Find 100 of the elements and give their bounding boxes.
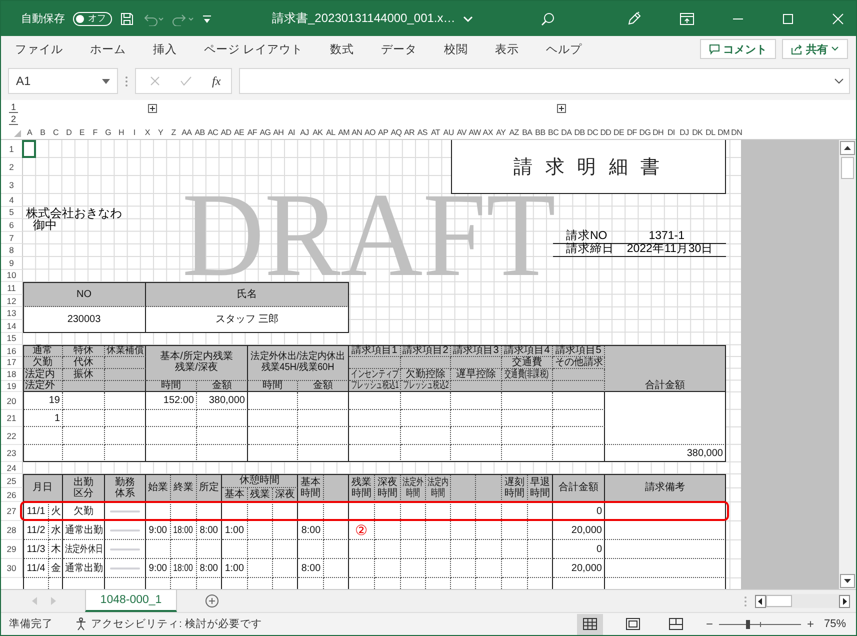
zoom-in-button[interactable]: + [806,617,814,631]
column-header[interactable]: AC [206,127,220,139]
save-icon[interactable] [120,12,134,26]
row-number[interactable]: 5 [1,206,23,220]
scroll-left-icon[interactable] [755,594,766,608]
drag-handle-icon[interactable] [744,596,747,606]
row-number[interactable]: 7 [1,232,23,244]
column-header[interactable]: AT [428,127,442,139]
row-number[interactable]: 26 [1,488,23,502]
ribbon-tab[interactable]: ファイル [15,42,63,56]
column-header[interactable]: AU [442,127,456,139]
ribbon-tab[interactable]: ページ レイアウト [204,42,304,56]
column-header[interactable]: AP [376,127,390,139]
row-number[interactable]: 21 [1,410,23,428]
row-number[interactable]: 23 [1,444,23,462]
column-header[interactable]: AA [180,127,194,139]
outline-level-button[interactable]: 1 [9,102,18,113]
column-header[interactable]: F [88,127,102,139]
column-header[interactable]: AE [232,127,246,139]
column-header[interactable]: G [102,127,115,139]
column-header[interactable]: DA [560,127,573,139]
row-number[interactable]: 6 [1,219,23,232]
comment-button[interactable]: コメント [700,39,776,59]
scrollbar-thumb[interactable] [841,157,854,179]
zoom-level[interactable]: 75% [824,618,846,630]
column-header[interactable]: DM [716,127,730,139]
row-number[interactable]: 10 [1,270,23,282]
column-header[interactable]: AR [402,127,416,139]
share-button[interactable]: 共有 [782,39,848,59]
row-number[interactable]: 9 [1,256,23,270]
column-header[interactable]: DI [664,127,678,139]
row-number[interactable]: 28 [1,521,23,540]
name-box[interactable]: A1 [8,68,118,94]
row-number[interactable]: 27 [1,502,23,522]
column-header[interactable]: AO [363,127,377,139]
column-header[interactable]: Y [154,127,168,139]
add-sheet-icon[interactable] [205,594,219,608]
ribbon-tab[interactable]: 校閲 [444,42,468,56]
column-header[interactable]: AH [272,127,285,139]
pen-icon[interactable] [626,10,642,26]
column-header[interactable]: AK [311,127,324,139]
slider-thumb[interactable] [746,620,750,628]
column-header[interactable]: AI [284,127,298,139]
column-header[interactable]: AJ [298,127,312,139]
column-header[interactable]: DN [730,127,744,139]
sheet-tab[interactable]: 1048-000_1 [85,590,177,612]
row-number[interactable]: 11 [1,282,23,295]
check-icon[interactable] [180,76,192,86]
column-header[interactable]: DC [586,127,600,139]
outline-level-button[interactable]: 2 [9,114,18,125]
ribbon-tab[interactable]: ヘルプ [546,42,582,56]
formula-input[interactable] [238,68,850,94]
row-number[interactable]: 19 [1,380,23,392]
column-header[interactable]: I [128,127,141,139]
column-header[interactable]: AY [494,127,508,139]
search-icon[interactable] [541,12,556,26]
scrollbar-thumb[interactable] [766,595,792,607]
normal-view-button[interactable] [576,614,603,634]
column-header[interactable]: AN [350,127,364,139]
ribbon-tab[interactable]: データ [381,42,418,56]
column-header[interactable]: X [140,127,154,139]
column-header[interactable]: DG [638,127,652,139]
column-header[interactable]: AW [468,127,482,139]
close-icon[interactable] [832,12,844,24]
row-number[interactable]: 2 [1,158,23,176]
scroll-right-icon[interactable] [839,594,850,608]
row-number[interactable]: 14 [1,320,23,333]
row-number[interactable]: 3 [1,176,23,194]
zoom-out-button[interactable]: − [706,617,713,631]
ribbon-display-icon[interactable] [680,12,694,24]
expand-icon[interactable] [148,104,157,113]
ribbon-tab[interactable]: 挿入 [153,42,177,56]
row-number[interactable]: 15 [1,332,23,346]
column-header[interactable]: AS [416,127,429,139]
column-header[interactable]: H [114,127,128,139]
file-name[interactable]: 請求書_20230131144000_001.x… [272,10,456,27]
column-header[interactable]: DH [652,127,665,139]
column-header[interactable]: D [62,127,76,139]
scroll-down-icon[interactable] [840,574,855,588]
column-header[interactable]: AB [193,127,206,139]
column-header[interactable]: A [23,127,36,139]
ribbon-tab[interactable]: 表示 [495,42,520,56]
column-header[interactable]: BA [520,127,534,139]
column-header[interactable]: DL [704,127,717,139]
row-number[interactable]: 25 [1,474,23,488]
column-header[interactable]: C [49,127,62,139]
ribbon-tab[interactable]: 数式 [330,42,354,56]
row-number[interactable]: 13 [1,307,23,320]
column-header[interactable]: AG [258,127,272,139]
column-header[interactable]: BC [546,127,560,139]
row-number[interactable]: 30 [1,559,23,578]
row-number[interactable]: 12 [1,294,23,308]
column-header[interactable]: AX [481,127,494,139]
row-number[interactable]: 22 [1,427,23,445]
column-header[interactable]: AF [246,127,259,139]
column-header[interactable]: E [75,127,88,139]
accessibility-status[interactable]: アクセシビリティ: 検討が必要です [91,617,262,631]
column-header[interactable]: DJ [678,127,691,139]
column-header[interactable]: AL [324,127,338,139]
column-header[interactable]: BB [534,127,547,139]
